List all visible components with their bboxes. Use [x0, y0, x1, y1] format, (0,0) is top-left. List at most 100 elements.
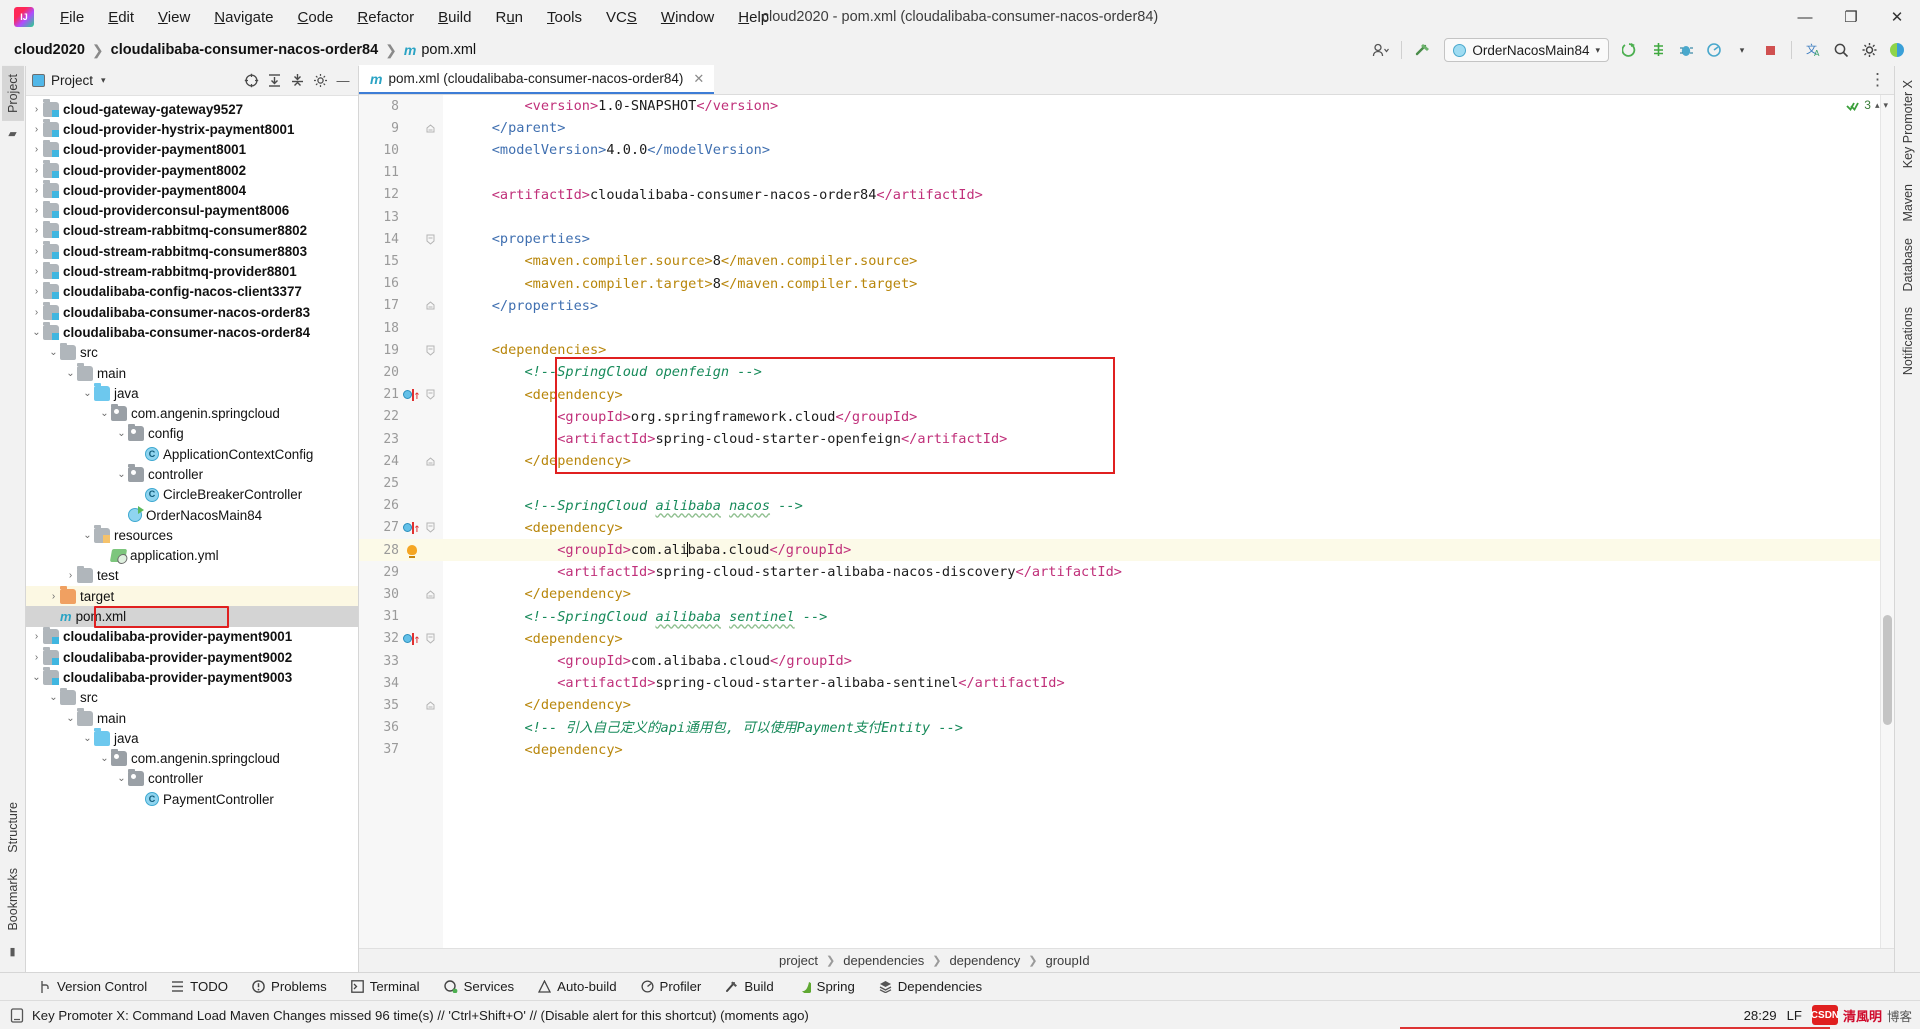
- gutter-line[interactable]: 17: [359, 295, 443, 317]
- gutter-line[interactable]: 34: [359, 672, 443, 694]
- menu-tools[interactable]: Tools: [535, 6, 594, 29]
- tool-window-services[interactable]: Services: [432, 976, 527, 997]
- code-fold-toggle-icon[interactable]: [421, 633, 439, 645]
- gutter-line[interactable]: 26: [359, 495, 443, 517]
- tree-node-cloud-provider-payment8004[interactable]: › cloud-provider-payment8004: [26, 180, 358, 200]
- chevron-right-icon[interactable]: ›: [30, 652, 43, 663]
- chevron-right-icon[interactable]: ›: [30, 124, 43, 135]
- hide-panel-icon[interactable]: —: [334, 72, 352, 90]
- chevron-down-icon[interactable]: ⌄: [98, 408, 111, 419]
- select-opened-file-icon[interactable]: [242, 72, 260, 90]
- tool-window-spring[interactable]: Spring: [786, 976, 867, 997]
- code-line[interactable]: [443, 162, 1880, 184]
- chevron-down-icon[interactable]: ⌄: [115, 773, 128, 784]
- menu-build[interactable]: Build: [426, 6, 483, 29]
- gutter-line[interactable]: 8: [359, 95, 443, 117]
- code-line[interactable]: <maven.compiler.target>8</maven.compiler…: [443, 273, 1880, 295]
- ide-update-icon[interactable]: [1884, 37, 1910, 63]
- bc-dependency[interactable]: dependency: [949, 953, 1020, 968]
- tool-window-terminal[interactable]: Terminal: [339, 976, 432, 997]
- code-line[interactable]: <groupId>com.alibaba.cloud</groupId>: [443, 539, 1880, 562]
- gutter-line[interactable]: 21 ↑: [359, 384, 443, 406]
- chevron-right-icon[interactable]: ›: [30, 144, 43, 155]
- tool-window-auto-build[interactable]: Auto-build: [526, 976, 628, 997]
- menu-file[interactable]: File: [48, 6, 96, 29]
- code-fold-toggle-icon[interactable]: [421, 701, 439, 710]
- tree-node-com-angenin-springcloud[interactable]: ⌄ com.angenin.springcloud: [26, 748, 358, 769]
- chevron-right-icon[interactable]: ›: [30, 165, 43, 176]
- code-line[interactable]: <dependency>: [443, 628, 1880, 650]
- gutter-line[interactable]: 16: [359, 273, 443, 295]
- menu-vcs[interactable]: VCS: [594, 6, 649, 29]
- tool-tab-maven[interactable]: Maven: [1897, 176, 1919, 230]
- gutter-line[interactable]: 18: [359, 317, 443, 339]
- chevron-down-icon[interactable]: ⌄: [115, 469, 128, 480]
- tree-node-java[interactable]: ⌄ java: [26, 728, 358, 748]
- code-line[interactable]: <dependency>: [443, 384, 1880, 406]
- chevron-down-icon[interactable]: ▾: [1883, 100, 1888, 111]
- menu-code[interactable]: Code: [286, 6, 346, 29]
- profiler-icon[interactable]: [1701, 37, 1727, 63]
- tool-tab-bookmarks[interactable]: Bookmarks: [2, 860, 24, 939]
- more-options-icon[interactable]: ⋮: [1869, 70, 1886, 90]
- code-line[interactable]: </properties>: [443, 295, 1880, 317]
- tree-node-cloud-stream-rabbitmq-consumer8803[interactable]: › cloud-stream-rabbitmq-consumer8803: [26, 241, 358, 261]
- menu-refactor[interactable]: Refactor: [345, 6, 426, 29]
- chevron-down-icon[interactable]: ⌄: [81, 530, 94, 541]
- code-line[interactable]: <dependency>: [443, 739, 1880, 761]
- code-fold-toggle-icon[interactable]: [421, 590, 439, 599]
- bookmark-icon[interactable]: ▮: [9, 945, 15, 958]
- chevron-right-icon[interactable]: ›: [30, 225, 43, 236]
- settings-gear-icon[interactable]: [311, 72, 329, 90]
- code-fold-toggle-icon[interactable]: [421, 345, 439, 356]
- menu-run[interactable]: Run: [483, 6, 535, 29]
- tree-node-controller[interactable]: ⌄ controller: [26, 768, 358, 789]
- tree-node-cloudalibaba-provider-payment9002[interactable]: › cloudalibaba-provider-payment9002: [26, 647, 358, 667]
- tree-node-circlebreakercontroller[interactable]: · CircleBreakerController: [26, 485, 358, 505]
- gutter-line[interactable]: 32 ↑: [359, 628, 443, 650]
- gutter-line[interactable]: 23: [359, 428, 443, 450]
- code-line[interactable]: <artifactId>spring-cloud-starter-openfei…: [443, 428, 1880, 450]
- chevron-down-icon[interactable]: ⌄: [115, 428, 128, 439]
- tool-window-profiler[interactable]: Profiler: [629, 976, 714, 997]
- menu-help[interactable]: Help: [726, 6, 781, 29]
- code-line[interactable]: </parent>: [443, 117, 1880, 139]
- chevron-down-icon[interactable]: ⌄: [81, 733, 94, 744]
- gutter-line[interactable]: 22: [359, 406, 443, 428]
- gutter-line[interactable]: 36: [359, 717, 443, 739]
- gutter-line[interactable]: 12: [359, 184, 443, 206]
- debug-button[interactable]: [1673, 37, 1699, 63]
- gutter-line[interactable]: 31: [359, 606, 443, 628]
- maximize-button[interactable]: ❐: [1828, 0, 1874, 34]
- tree-node-cloudalibaba-provider-payment9001[interactable]: › cloudalibaba-provider-payment9001: [26, 626, 358, 647]
- chevron-right-icon[interactable]: ›: [30, 631, 43, 642]
- chevron-right-icon[interactable]: ›: [30, 246, 43, 257]
- code-line[interactable]: </dependency>: [443, 450, 1880, 472]
- code-fold-toggle-icon[interactable]: [421, 301, 439, 310]
- tree-node-src[interactable]: ⌄ src: [26, 342, 358, 363]
- tree-node-cloud-provider-payment8001[interactable]: › cloud-provider-payment8001: [26, 139, 358, 160]
- code-fold-toggle-icon[interactable]: [421, 124, 439, 133]
- tool-window-problems[interactable]: Problems: [240, 976, 339, 997]
- tool-window-todo[interactable]: TODO: [159, 976, 240, 997]
- code-line[interactable]: <dependency>: [443, 517, 1880, 539]
- close-tab-icon[interactable]: ✕: [693, 71, 704, 87]
- tool-window-build[interactable]: Build: [713, 976, 785, 997]
- chevron-down-icon[interactable]: ▾: [101, 75, 106, 86]
- chevron-right-icon[interactable]: ›: [47, 591, 60, 602]
- chevron-right-icon[interactable]: ›: [30, 286, 43, 297]
- tree-node-application-yml[interactable]: · application.yml: [26, 546, 358, 566]
- bc-groupid[interactable]: groupId: [1046, 953, 1090, 968]
- code-line[interactable]: <!-- 引入自己定义的api通用包, 可以使用Payment支付Entity …: [443, 717, 1880, 739]
- tool-tab-key-promoter[interactable]: Key Promoter X: [1897, 72, 1919, 176]
- code-line[interactable]: [443, 206, 1880, 228]
- tree-node-cloud-provider-payment8002[interactable]: › cloud-provider-payment8002: [26, 160, 358, 180]
- tree-node-main[interactable]: ⌄ main: [26, 708, 358, 728]
- code-line[interactable]: <groupId>com.alibaba.cloud</groupId>: [443, 650, 1880, 672]
- chevron-right-icon[interactable]: ›: [30, 104, 43, 115]
- chevron-down-icon[interactable]: ⌄: [47, 347, 60, 358]
- tree-node-cloudalibaba-config-nacos-client3377[interactable]: › cloudalibaba-config-nacos-client3377: [26, 281, 358, 302]
- build-hammer-icon[interactable]: [1410, 37, 1436, 63]
- chevron-down-icon[interactable]: ⌄: [81, 388, 94, 399]
- chevron-down-icon[interactable]: ⌄: [47, 692, 60, 703]
